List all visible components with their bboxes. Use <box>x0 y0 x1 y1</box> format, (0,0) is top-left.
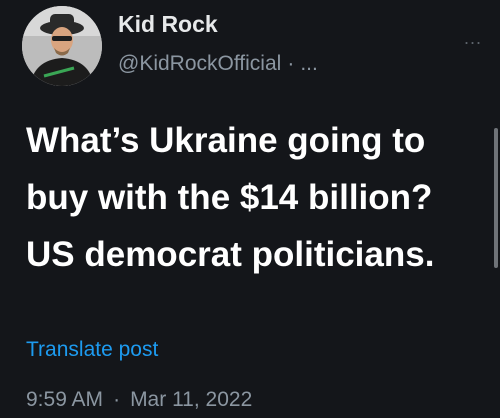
handle-separator: · <box>287 52 295 75</box>
more-options-icon[interactable]: ... <box>464 28 482 49</box>
tweet-text: What’s Ukraine going to buy with the $14… <box>26 121 435 274</box>
handle-row: @KidRockOfficial ·... <box>118 52 318 76</box>
scrollbar[interactable] <box>494 128 498 268</box>
time-separator: · <box>113 388 121 411</box>
display-name[interactable]: Kid Rock <box>118 11 218 38</box>
post-date[interactable]: Mar 11, 2022 <box>130 388 252 411</box>
avatar[interactable] <box>22 6 102 86</box>
translate-post-link[interactable]: Translate post <box>26 338 158 362</box>
handle-ellipsis: ... <box>300 52 318 75</box>
profile-photo-icon <box>22 6 102 86</box>
user-handle[interactable]: @KidRockOfficial <box>118 52 281 75</box>
post-time[interactable]: 9:59 AM <box>26 388 103 411</box>
timestamp-row: 9:59 AM · Mar 11, 2022 <box>26 388 252 412</box>
